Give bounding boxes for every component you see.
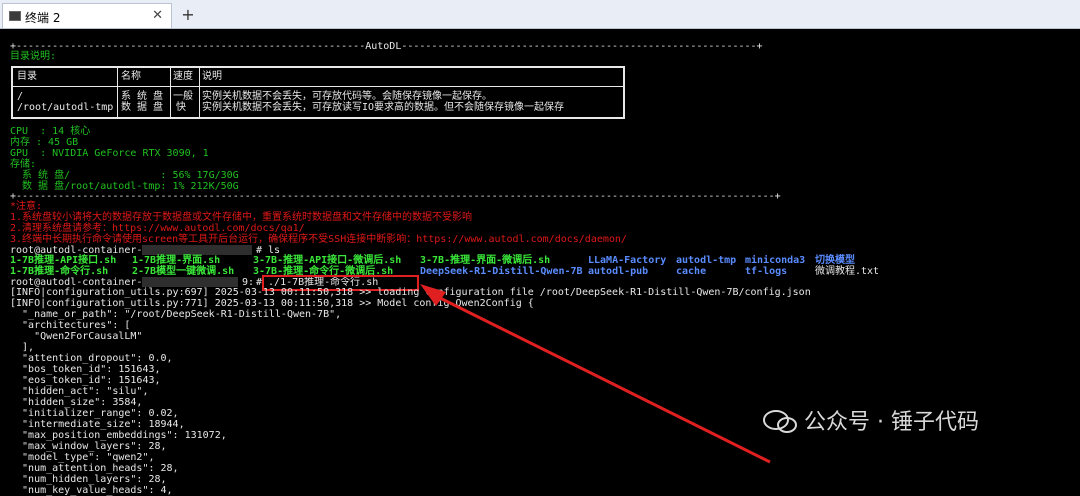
wechat-icon	[763, 410, 797, 433]
watermark: 公众号 · 锤子代码	[804, 410, 979, 435]
